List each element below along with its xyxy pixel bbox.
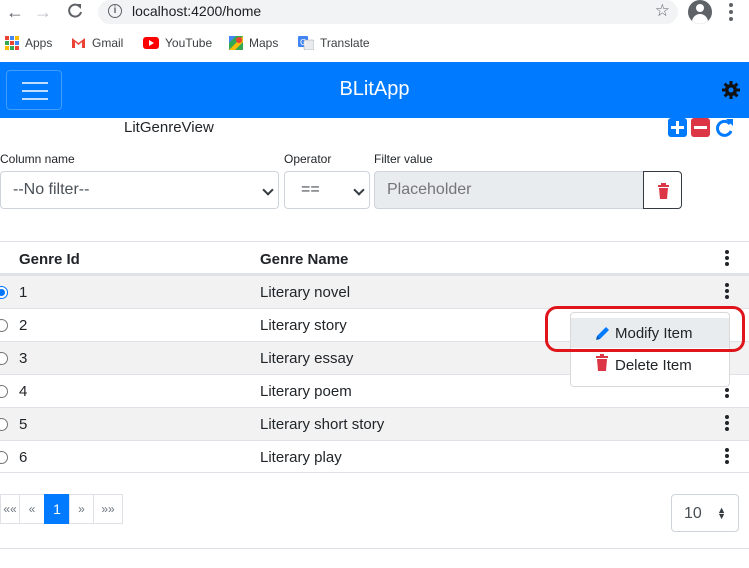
row-select-radio[interactable] [0, 451, 8, 464]
header-kebab-icon[interactable] [720, 250, 734, 270]
bookmark-gmail[interactable]: Gmail [71, 35, 123, 51]
genre-id-cell: 3 [19, 350, 28, 367]
app-brand[interactable]: BLitApp [0, 78, 749, 101]
operator-value: == [301, 181, 320, 198]
footer-divider [0, 548, 749, 549]
view-title: LitGenreView [124, 119, 214, 136]
youtube-icon [143, 37, 159, 49]
browser-toolbar: ← → i localhost:4200/home ☆ [0, 0, 749, 28]
bookmark-label: Gmail [92, 36, 124, 50]
highlight-annotation [545, 306, 745, 352]
info-icon[interactable]: i [108, 4, 122, 18]
maps-icon [229, 36, 243, 50]
column-name-value: --No filter-- [13, 181, 90, 198]
translate-icon: G [298, 36, 315, 51]
browser-menu-icon[interactable] [728, 3, 734, 23]
column-header-genre-id[interactable]: Genre Id [19, 251, 80, 268]
menu-item-label: Delete Item [615, 357, 692, 374]
first-page-button[interactable]: «« [0, 494, 20, 524]
svg-text:G: G [300, 38, 306, 47]
bookmark-label: Apps [25, 36, 53, 50]
next-page-button[interactable]: » [69, 494, 94, 524]
column-name-select[interactable]: --No filter-- [0, 171, 279, 209]
add-icon[interactable] [668, 118, 687, 137]
row-select-radio[interactable] [0, 286, 8, 299]
trash-icon [596, 354, 608, 371]
delete-item-menu-item[interactable]: Delete Item [571, 350, 729, 380]
row-select-radio[interactable] [0, 418, 8, 431]
genre-id-cell: 1 [19, 284, 28, 301]
bookmark-label: YouTube [165, 36, 213, 50]
genre-name-cell: Literary novel [260, 284, 351, 301]
forward-arrow-icon[interactable]: → [32, 2, 54, 24]
row-select-radio[interactable] [0, 385, 8, 398]
genre-name-cell: Literary story [260, 317, 347, 334]
bookmark-translate[interactable]: G Translate [298, 35, 370, 51]
genre-id-cell: 2 [19, 317, 28, 334]
bookmark-youtube[interactable]: YouTube [143, 35, 212, 51]
clear-filter-button[interactable] [643, 171, 682, 209]
refresh-icon[interactable] [713, 118, 737, 137]
row-select-radio[interactable] [0, 352, 8, 365]
genre-name-cell: Literary play [260, 449, 342, 466]
genre-id-cell: 4 [19, 383, 28, 400]
trash-icon [658, 183, 669, 199]
table-row[interactable]: 5 Literary short story [0, 407, 749, 440]
last-page-button[interactable]: »» [93, 494, 123, 524]
updown-arrow-icon: ▲ ▼ [717, 505, 726, 521]
filter-value-label: Filter value [374, 152, 433, 166]
row-kebab-icon[interactable] [720, 283, 734, 303]
chevron-down-icon [262, 184, 274, 196]
address-bar[interactable]: i localhost:4200/home ☆ [98, 0, 678, 24]
genre-id-cell: 5 [19, 416, 28, 433]
gear-icon[interactable] [720, 79, 742, 101]
app-navbar: BLitApp [0, 62, 749, 118]
page-1-button[interactable]: 1 [44, 494, 70, 524]
table-row[interactable]: 6 Literary play [0, 440, 749, 473]
operator-select[interactable]: == [284, 171, 370, 209]
profile-avatar-icon[interactable] [688, 0, 712, 24]
column-header-genre-name[interactable]: Genre Name [260, 251, 348, 268]
prev-page-button[interactable]: « [19, 494, 45, 524]
filter-value-input[interactable] [374, 171, 644, 209]
bookmark-maps[interactable]: Maps [229, 35, 278, 51]
bookmarks-bar: Apps Gmail YouTube Maps G Translate [0, 28, 749, 58]
genre-name-cell: Literary short story [260, 416, 385, 433]
back-arrow-icon[interactable]: ← [4, 2, 26, 24]
remove-icon[interactable] [691, 118, 710, 137]
row-select-radio[interactable] [0, 319, 8, 332]
apps-grid-icon [5, 36, 19, 50]
genre-name-cell: Literary poem [260, 383, 352, 400]
reload-icon[interactable] [64, 2, 86, 24]
bookmark-apps[interactable]: Apps [5, 35, 52, 51]
page-size-value: 10 [684, 505, 702, 522]
bookmark-star-icon[interactable]: ☆ [655, 1, 670, 21]
chevron-down-icon [353, 184, 365, 196]
table-header: Genre Id Genre Name [0, 241, 749, 275]
gmail-icon [71, 37, 86, 49]
bookmark-label: Translate [320, 36, 370, 50]
genre-id-cell: 6 [19, 449, 28, 466]
url-text: localhost:4200/home [132, 3, 262, 19]
bookmark-label: Maps [249, 36, 279, 50]
column-name-label: Column name [0, 152, 75, 166]
genre-name-cell: Literary essay [260, 350, 354, 367]
table-row[interactable]: 1 Literary novel [0, 275, 749, 308]
row-kebab-icon[interactable] [720, 448, 734, 468]
pagination: «« « 1 » »» [0, 494, 123, 524]
operator-label: Operator [284, 152, 332, 166]
page-size-select[interactable]: 10 ▲ ▼ [671, 494, 739, 532]
row-kebab-icon[interactable] [720, 415, 734, 435]
